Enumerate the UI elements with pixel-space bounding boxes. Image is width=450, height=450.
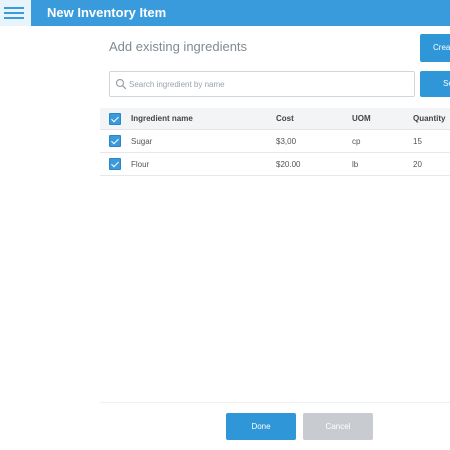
search-input[interactable] xyxy=(129,76,409,93)
cancel-button[interactable]: Cancel xyxy=(303,413,373,440)
column-header-cost[interactable]: Cost xyxy=(276,108,294,129)
section-title: Add existing ingredients xyxy=(109,39,248,54)
quantity-cell: 20 xyxy=(413,159,422,169)
page-title: New Inventory Item xyxy=(47,5,167,20)
table-row[interactable]: Sugar $3,00 cp 15 xyxy=(100,130,450,153)
hamburger-menu-icon[interactable] xyxy=(0,0,32,26)
app-header: New Inventory Item xyxy=(0,0,450,26)
ingredients-table: Ingredient name Cost UOM Quantity Sugar … xyxy=(100,108,450,176)
create-button[interactable]: Create xyxy=(420,34,450,62)
table-row[interactable]: Flour $20.00 lb 20 xyxy=(100,153,450,176)
column-header-uom[interactable]: UOM xyxy=(352,108,371,129)
done-button[interactable]: Done xyxy=(226,413,296,440)
column-header-ingredient-name[interactable]: Ingredient name xyxy=(131,108,193,129)
row-checkbox[interactable] xyxy=(109,158,121,170)
column-header-quantity[interactable]: Quantity xyxy=(413,108,445,129)
uom-cell: lb xyxy=(352,159,359,169)
cost-cell: $3,00 xyxy=(276,136,297,146)
footer-divider xyxy=(100,402,450,403)
ingredient-name-cell: Flour xyxy=(131,159,150,169)
ingredient-name-cell: Sugar xyxy=(131,136,153,146)
search-field[interactable] xyxy=(109,71,415,97)
search-button[interactable]: Search xyxy=(420,71,450,97)
row-checkbox[interactable] xyxy=(109,135,121,147)
select-all-checkbox[interactable] xyxy=(109,112,121,125)
cost-cell: $20.00 xyxy=(276,159,301,169)
search-icon xyxy=(115,78,127,90)
quantity-cell: 15 xyxy=(413,136,422,146)
table-header: Ingredient name Cost UOM Quantity xyxy=(100,108,450,130)
uom-cell: cp xyxy=(352,136,361,146)
